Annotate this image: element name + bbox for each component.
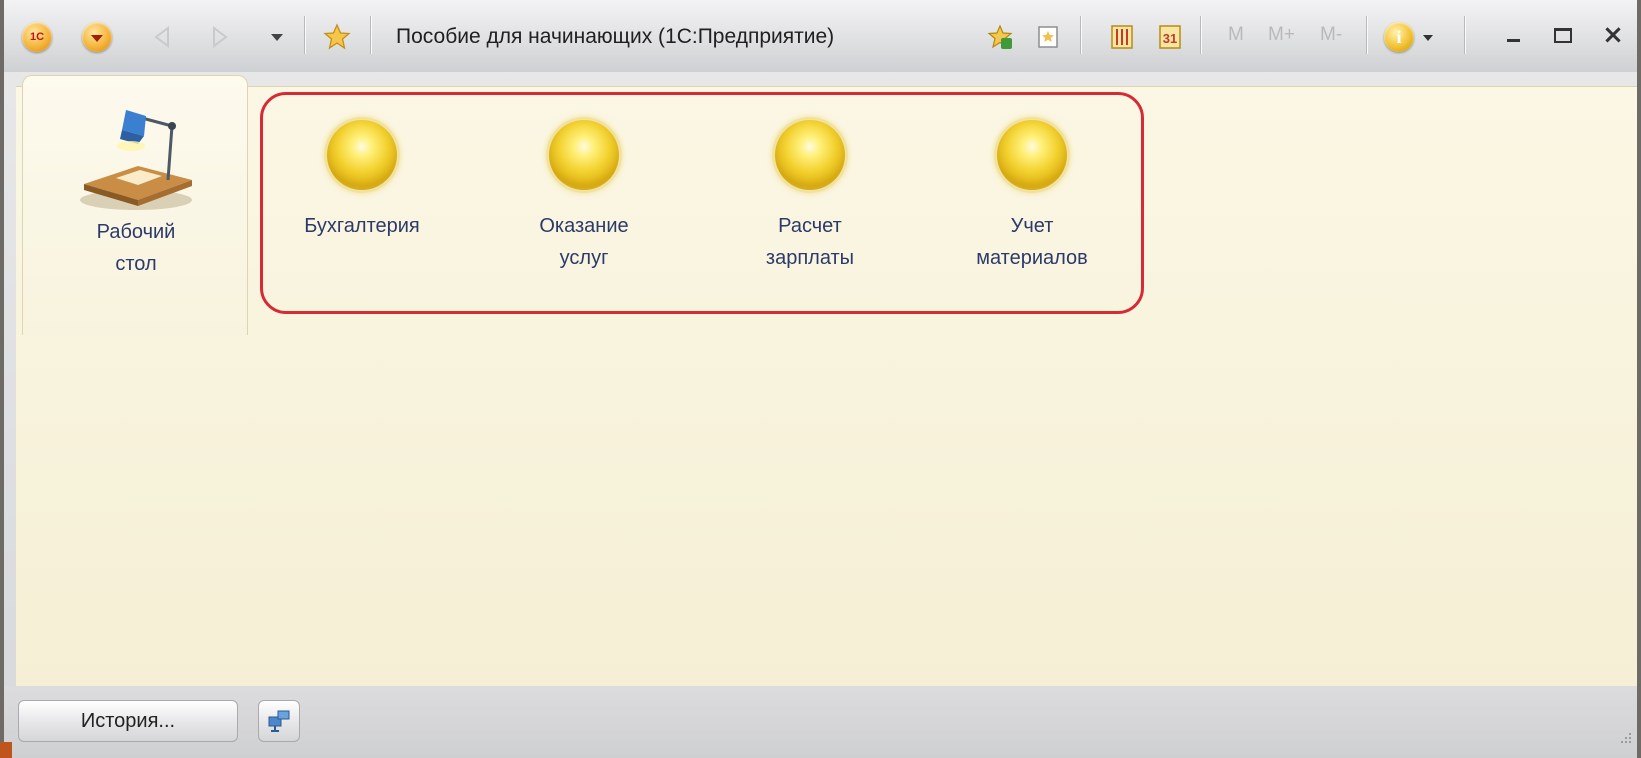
bookmark-icon[interactable] (1034, 23, 1062, 51)
1c-logo-icon[interactable]: 1С (22, 22, 52, 52)
star-icon[interactable] (322, 22, 352, 52)
memory-subtract-button[interactable]: M- (1320, 24, 1342, 46)
title-bar: 1С Пособие для начинающих (1С:Предприяти… (4, 0, 1637, 72)
back-arrow-icon[interactable] (150, 24, 176, 50)
desk-lamp-icon (76, 106, 196, 216)
status-bar: История... (4, 686, 1637, 758)
calculator-icon[interactable] (1108, 23, 1136, 51)
highlight-frame (260, 92, 1144, 314)
resize-grip-icon[interactable] (1614, 730, 1634, 750)
logo-text: 1С (29, 31, 45, 43)
toolbar-separator (1080, 16, 1081, 54)
memory-add-button[interactable]: M+ (1268, 24, 1295, 46)
maximize-icon (1554, 27, 1572, 43)
minimize-button[interactable] (1498, 20, 1528, 50)
app-window: 1С Пособие для начинающих (1С:Предприяти… (4, 0, 1637, 758)
memory-button[interactable]: M (1228, 24, 1244, 46)
maximize-button[interactable] (1548, 20, 1578, 50)
section-label: Рабочий стол (96, 221, 176, 275)
minimize-icon (1506, 38, 1520, 42)
chevron-down-icon (91, 35, 103, 42)
info-dropdown-icon[interactable] (1422, 33, 1434, 43)
forward-arrow-icon[interactable] (206, 24, 232, 50)
toolbar-separator (304, 16, 305, 54)
history-button[interactable]: История... (18, 700, 238, 742)
main-menu-button[interactable] (82, 22, 112, 52)
background-edge (0, 742, 12, 758)
connection-button[interactable] (258, 700, 300, 742)
svg-text:31: 31 (1163, 31, 1177, 46)
toolbar-separator (1366, 16, 1367, 54)
toolbar-separator (1464, 16, 1465, 54)
history-dropdown-icon[interactable] (270, 30, 284, 44)
window-title: Пособие для начинающих (1С:Предприятие) (396, 25, 835, 48)
close-button[interactable]: × (1598, 20, 1628, 50)
info-label: i (1396, 26, 1402, 47)
section-desktop[interactable]: Рабочий стол (46, 106, 226, 280)
favorites-add-icon[interactable] (986, 23, 1014, 51)
toolbar-separator (1200, 16, 1201, 54)
info-icon[interactable]: i (1384, 22, 1414, 52)
network-icon (268, 710, 290, 732)
toolbar-separator (370, 16, 371, 54)
calendar-icon[interactable]: 31 (1156, 23, 1184, 51)
close-icon: × (1602, 20, 1624, 50)
